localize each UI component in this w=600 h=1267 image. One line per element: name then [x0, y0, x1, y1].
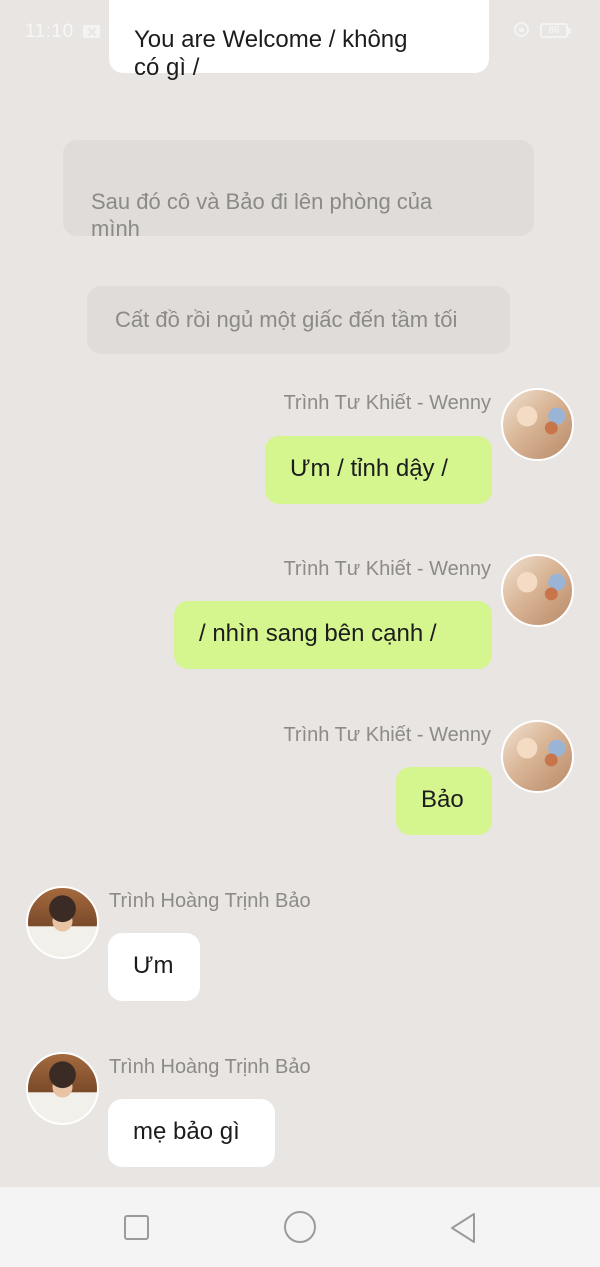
avatar-bao[interactable]	[26, 886, 99, 959]
home-icon[interactable]	[284, 1211, 316, 1243]
chat-screen: 11:10 86 You are Welcome / không có gì /…	[0, 0, 600, 1267]
narration-text: Sau đó cô và Bảo đi lên phòng của mình	[91, 189, 433, 241]
message-text: Ưm / tỉnh dậy /	[290, 455, 448, 482]
narration-bubble[interactable]: Sau đó cô và Bảo đi lên phòng của mình	[63, 140, 534, 241]
avatar-wenny[interactable]	[501, 720, 574, 793]
notification-x-icon	[83, 25, 100, 38]
message-text: mẹ bảo gì	[133, 1118, 240, 1145]
message-text: You are Welcome / không có gì /	[134, 26, 408, 81]
battery-icon: 86	[540, 23, 571, 38]
lock-rotation-icon	[514, 22, 529, 37]
message-text: Bảo	[421, 786, 464, 813]
message-bubble[interactable]: / nhìn sang bên cạnh /	[174, 601, 492, 669]
sender-name: Trình Hoàng Trịnh Bảo	[109, 890, 311, 912]
message-bubble[interactable]: Bảo	[396, 767, 492, 835]
sender-name: Trình Tư Khiết - Wenny	[283, 392, 491, 414]
avatar-wenny[interactable]	[501, 554, 574, 627]
status-time: 11:10	[25, 21, 74, 42]
avatar-wenny[interactable]	[501, 388, 574, 461]
message-bubble[interactable]: Ưm / tỉnh dậy /	[265, 436, 492, 504]
message-bubble[interactable]: Ưm	[108, 933, 200, 1001]
sender-name: Trình Hoàng Trịnh Bảo	[109, 1056, 311, 1078]
battery-level: 86	[548, 25, 560, 36]
message-text: Ưm	[133, 952, 174, 979]
narration-text: Cất đồ rồi ngủ một giấc đến tầm tối	[115, 307, 458, 332]
sender-name: Trình Tư Khiết - Wenny	[283, 724, 491, 746]
avatar-bao[interactable]	[26, 1052, 99, 1125]
sender-name: Trình Tư Khiết - Wenny	[283, 558, 491, 580]
message-text: / nhìn sang bên cạnh /	[199, 620, 437, 647]
recent-apps-icon[interactable]	[124, 1215, 149, 1240]
navigation-bar	[0, 1187, 600, 1267]
message-bubble[interactable]: You are Welcome / không có gì /	[109, 0, 489, 81]
message-bubble[interactable]: mẹ bảo gì	[108, 1099, 275, 1167]
narration-bubble[interactable]: Cất đồ rồi ngủ một giấc đến tầm tối	[87, 286, 510, 354]
back-icon[interactable]	[448, 1211, 478, 1245]
